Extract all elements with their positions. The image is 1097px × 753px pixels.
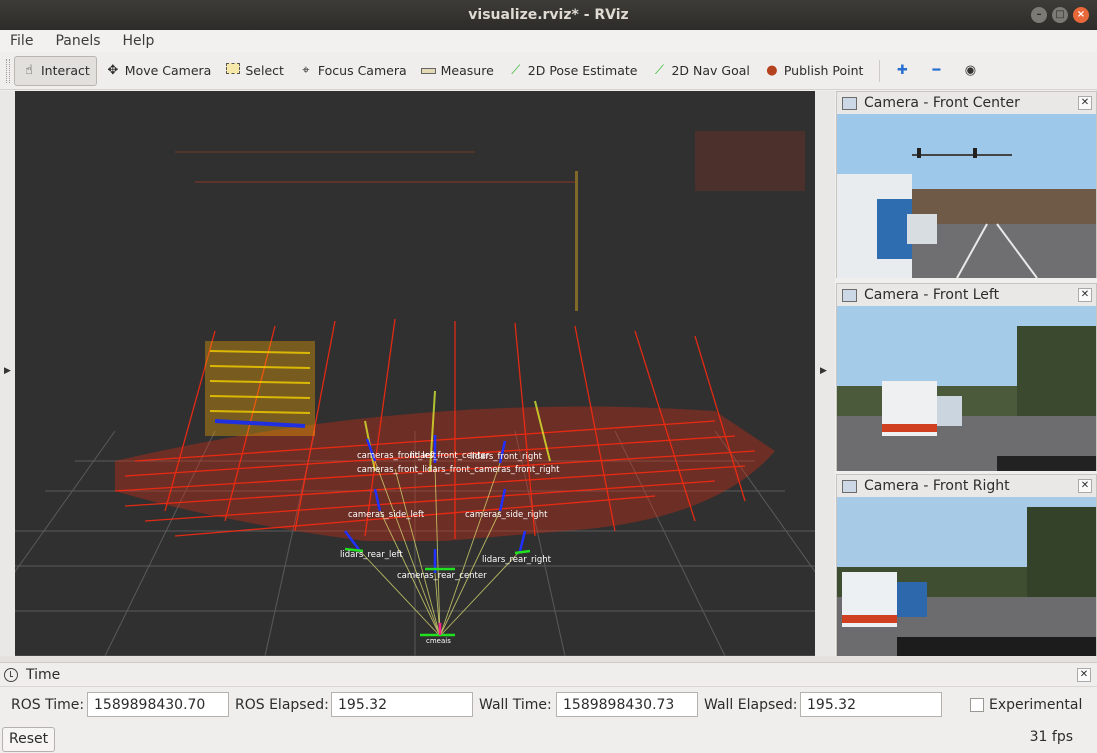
clock-icon [4,667,18,682]
nav-goal-tool[interactable]: ⟋ 2D Nav Goal [645,56,755,86]
toolbar-separator [879,59,881,82]
image-icon [842,479,857,493]
image-icon [842,96,857,110]
green-arrow-icon: ⟋ [511,62,521,78]
camera-image [837,497,1096,660]
close-window-button[interactable]: × [1073,7,1089,23]
camera-panel-header[interactable]: Camera - Front Right ✕ [837,475,1096,497]
ros-elapsed-field[interactable] [331,692,473,717]
eye-icon: ◉ [964,62,977,78]
time-fields-row: ROS Time: ROS Elapsed: Wall Time: Wall E… [0,692,1097,718]
frame-label: cameras_side_left [348,510,425,520]
hand-icon: ☝ [25,62,33,78]
measure-tool[interactable]: Measure [415,56,500,86]
close-panel-button[interactable]: ✕ [1078,479,1092,493]
ros-time-label: ROS Time: [11,697,85,713]
remove-tool-button[interactable]: ━ [922,56,954,86]
menu-panels[interactable]: Panels [51,33,104,49]
toolbar-grip[interactable] [6,58,10,83]
camera-panel-front-left: Camera - Front Left ✕ [836,283,1097,471]
publish-point-tool[interactable]: ● Publish Point [758,56,870,86]
minimize-button[interactable]: – [1031,7,1047,23]
green-arrow-icon: ⟋ [654,62,664,78]
wall-elapsed-field[interactable] [800,692,942,717]
menubar: File Panels Help [0,30,1097,52]
focus-camera-tool[interactable]: ⌖ Focus Camera [292,56,413,86]
ros-elapsed-label: ROS Elapsed: [235,697,329,713]
menu-help[interactable]: Help [119,33,159,49]
close-panel-button[interactable]: ✕ [1077,667,1091,682]
ruler-icon [421,63,437,79]
frame-label: lidars_rear_left [340,550,403,560]
select-tool[interactable]: Select [219,56,290,86]
camera-image [837,114,1096,282]
frame-label: cameras_side_right [465,510,548,520]
time-panel: Time ✕ ROS Time: ROS Elapsed: Wall Time:… [0,662,1097,753]
camera-image [837,306,1096,475]
map-pin-icon: ● [766,62,778,78]
frame-label: cameras_front_lidars_front_cameras_front… [357,465,560,475]
expand-right-icon: ▶ [4,366,11,376]
camera-panel-front-center: Camera - Front Center ✕ [836,91,1097,279]
expand-right-icon: ▶ [820,366,827,376]
left-dock-handle[interactable]: ▶ [0,91,15,656]
time-panel-header[interactable]: Time ✕ [0,663,1097,687]
pose-estimate-tool[interactable]: ⟋ 2D Pose Estimate [502,56,644,86]
frame-label: lidars_front_right [470,452,543,462]
distant-points [175,131,805,311]
maximize-button[interactable]: □ [1052,7,1068,23]
camera-panel-header[interactable]: Camera - Front Center ✕ [837,92,1096,114]
lidar-point-cloud [114,318,775,541]
plus-icon: ✚ [896,62,908,78]
frame-label: lidars_rear_right [482,555,552,565]
interact-tool[interactable]: ☝ Interact [14,55,97,86]
window-titlebar: visualize.rviz* - RViz – □ × [0,0,1097,30]
wall-time-label: Wall Time: [479,697,552,713]
point-cloud-scene: cameras_front_left lidars_front_center l… [15,131,815,656]
window-title: visualize.rviz* - RViz [468,7,629,23]
fps-readout: 31 fps [1029,729,1073,745]
minus-icon: ━ [932,62,941,78]
ros-time-field[interactable] [87,692,229,717]
frame-label: cameras_rear_center [397,571,487,581]
right-dock-handle[interactable]: ▶ [815,91,835,656]
wall-time-field[interactable] [556,692,698,717]
camera-panel-header[interactable]: Camera - Front Left ✕ [837,284,1096,306]
add-tool-button[interactable]: ✚ [888,56,920,86]
3d-render-viewport[interactable]: cameras_front_left lidars_front_center l… [15,91,815,656]
experimental-checkbox[interactable] [970,698,984,712]
move-icon: ✥ [107,62,119,78]
close-panel-button[interactable]: ✕ [1078,288,1092,302]
move-camera-tool[interactable]: ✥ Move Camera [99,56,218,86]
toolbar: ☝ Interact ✥ Move Camera Select ⌖ Focus Cam… [0,52,1097,90]
image-icon [842,288,857,302]
select-icon [225,62,241,79]
wall-elapsed-label: Wall Elapsed: [704,697,798,713]
view-options-button[interactable]: ◉ [956,56,988,86]
camera-panel-front-right: Camera - Front Right ✕ [836,474,1097,656]
frame-label: cmeais [426,637,451,645]
crosshair-icon: ⌖ [302,62,310,78]
experimental-label: Experimental [989,697,1083,713]
close-panel-button[interactable]: ✕ [1078,96,1092,110]
menu-file[interactable]: File [6,33,37,49]
reset-button[interactable]: Reset [2,727,56,752]
